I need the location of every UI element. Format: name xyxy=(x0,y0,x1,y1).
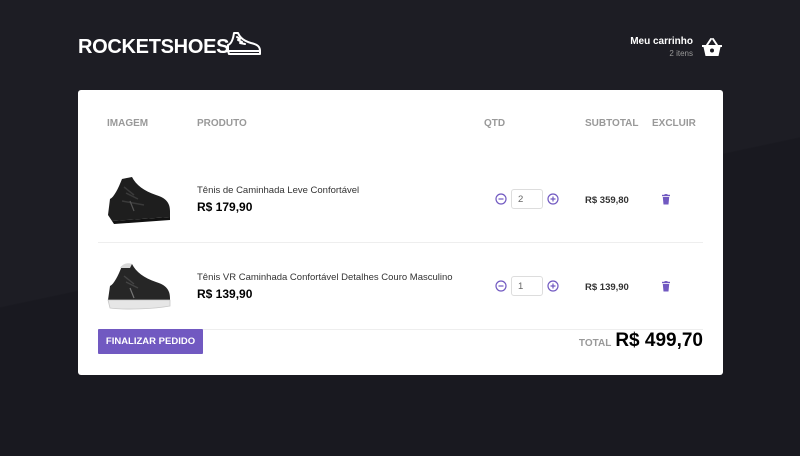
cart-title: Meu carrinho xyxy=(630,36,693,47)
product-image-cell xyxy=(98,156,197,243)
total-label: TOTAL xyxy=(578,338,612,349)
product-image-cell xyxy=(98,242,197,330)
quantity-stepper xyxy=(495,189,585,209)
shoe-logo-icon[interactable] xyxy=(225,30,263,63)
delete-cell xyxy=(652,242,703,330)
total: TOTAL R$ 499,70 xyxy=(579,330,703,352)
trash-icon[interactable] xyxy=(661,280,671,292)
product-price: R$ 139,90 xyxy=(197,286,253,301)
cart-panel: IMAGEM PRODUTO QTD SUBTOTAL EXCLUIR Têni… xyxy=(78,90,723,375)
quantity-input[interactable] xyxy=(511,276,543,296)
cart-table: IMAGEM PRODUTO QTD SUBTOTAL EXCLUIR Têni… xyxy=(98,90,703,330)
product-info-cell: Tênis VR Caminhada Confortável Detalhes … xyxy=(197,242,484,330)
subtotal-cell: R$ 359,80 xyxy=(585,156,652,243)
header-subtotal: SUBTOTAL xyxy=(585,117,639,129)
header-product: PRODUTO xyxy=(197,117,247,129)
product-image xyxy=(108,177,170,224)
product-info-cell: Tênis de Caminhada Leve Confortável R$ 1… xyxy=(197,156,484,243)
cart-link[interactable]: Meu carrinho 2 itens xyxy=(630,32,723,62)
decrement-icon[interactable] xyxy=(495,193,507,205)
finish-order-button[interactable]: FINALIZAR PEDIDO xyxy=(98,329,203,354)
cart-count: 2 itens xyxy=(669,49,693,58)
total-value: R$ 499,70 xyxy=(615,330,703,351)
table-row: Tênis de Caminhada Leve Confortável R$ 1… xyxy=(98,156,703,243)
table-header-row: IMAGEM PRODUTO QTD SUBTOTAL EXCLUIR xyxy=(98,90,703,156)
quantity-input[interactable] xyxy=(511,189,543,209)
header-delete: EXCLUIR xyxy=(652,117,696,129)
basket-icon xyxy=(702,38,722,56)
quantity-stepper xyxy=(495,276,585,296)
increment-icon[interactable] xyxy=(547,280,559,292)
table-row: Tênis VR Caminhada Confortável Detalhes … xyxy=(98,242,703,330)
quantity-cell xyxy=(484,242,585,330)
product-price: R$ 179,90 xyxy=(197,199,253,214)
increment-icon[interactable] xyxy=(547,193,559,205)
trash-icon[interactable] xyxy=(661,193,671,205)
product-image xyxy=(107,263,171,310)
subtotal-cell: R$ 139,90 xyxy=(585,242,652,330)
cart-info: Meu carrinho 2 itens xyxy=(630,36,693,58)
delete-cell xyxy=(652,156,703,243)
header-quantity: QTD xyxy=(484,117,506,129)
header-image: IMAGEM xyxy=(107,117,149,129)
product-title[interactable]: Tênis de Caminhada Leve Confortável xyxy=(197,185,484,196)
decrement-icon[interactable] xyxy=(495,280,507,292)
quantity-cell xyxy=(484,156,585,243)
logo-text[interactable]: ROCKETSHOES xyxy=(78,36,229,59)
header: ROCKETSHOES Meu carrinho 2 itens xyxy=(78,26,723,66)
product-title[interactable]: Tênis VR Caminhada Confortável Detalhes … xyxy=(197,272,484,283)
item-subtotal: R$ 359,80 xyxy=(585,195,629,206)
item-subtotal: R$ 139,90 xyxy=(585,282,629,293)
